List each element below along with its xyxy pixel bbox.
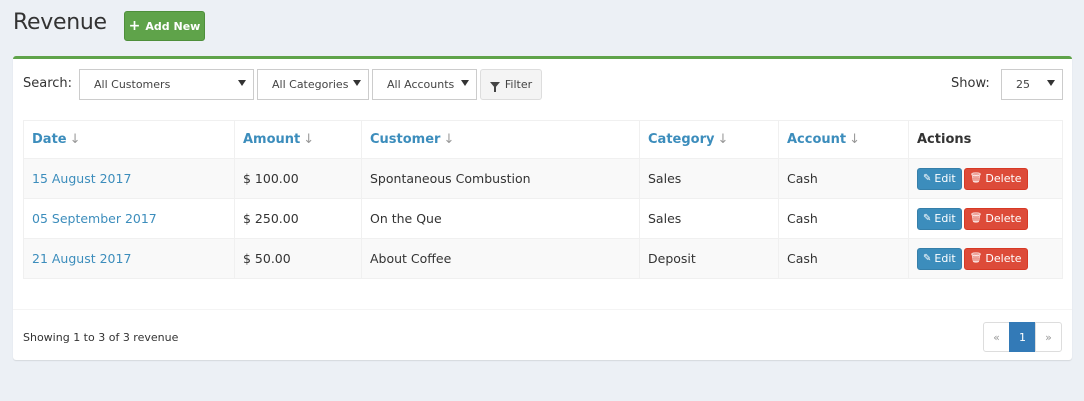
delete-button[interactable]: 🗑 Delete xyxy=(963,247,1028,270)
delete-label: Delete xyxy=(985,212,1022,225)
sort-down-icon: ↓ xyxy=(849,132,861,147)
add-new-label: Add New xyxy=(145,19,201,33)
revenue-table: Date ↓ Amount ↓ Customer ↓ Category ↓ Accoun… xyxy=(23,120,1063,279)
row-date-link[interactable]: 05 September 2017 xyxy=(23,198,235,239)
column-header-account[interactable]: Account ↓ xyxy=(778,120,909,159)
customers-select-value: All Customers xyxy=(94,78,171,91)
edit-button[interactable]: ✎ Edit xyxy=(917,207,962,230)
show-label: Show: xyxy=(951,76,990,91)
row-amount: $ 50.00 xyxy=(234,238,362,279)
accounts-select-value: All Accounts xyxy=(387,78,455,91)
table-header-row: Date ↓ Amount ↓ Customer ↓ Category ↓ Accoun… xyxy=(23,120,1063,159)
column-header-actions: Actions xyxy=(908,120,1063,159)
column-header-label: Account xyxy=(787,132,847,147)
row-account: Cash xyxy=(778,158,909,199)
trash-icon: 🗑 xyxy=(969,253,983,264)
categories-select[interactable]: All Categories xyxy=(257,69,369,100)
column-header-label: Date xyxy=(32,132,67,147)
sort-down-icon: ↓ xyxy=(303,132,315,147)
add-new-button[interactable]: + Add New xyxy=(124,11,205,41)
revenue-panel: Search: All Customers All Categories All… xyxy=(13,56,1072,360)
customers-select[interactable]: All Customers xyxy=(79,69,254,100)
row-actions: ✎ Edit 🗑 Delete xyxy=(908,198,1063,239)
caret-down-icon xyxy=(461,80,469,86)
edit-button[interactable]: ✎ Edit xyxy=(917,167,962,190)
row-actions: ✎ Edit 🗑 Delete xyxy=(908,238,1063,279)
row-customer: About Coffee xyxy=(361,238,640,279)
caret-down-icon xyxy=(353,80,361,86)
pagination: « 1 » xyxy=(983,322,1062,352)
filter-icon xyxy=(489,81,500,92)
filter-label: Filter xyxy=(504,78,533,91)
accounts-select[interactable]: All Accounts xyxy=(372,69,477,100)
row-account: Cash xyxy=(778,238,909,279)
categories-select-value: All Categories xyxy=(272,78,349,91)
column-header-label: Category xyxy=(648,132,715,147)
table-row: 21 August 2017 $ 50.00 About Coffee Depo… xyxy=(23,238,1063,279)
table-row: 05 September 2017 $ 250.00 On the Que Sa… xyxy=(23,198,1063,239)
row-customer: Spontaneous Combustion xyxy=(361,158,640,199)
trash-icon: 🗑 xyxy=(969,173,983,184)
delete-label: Delete xyxy=(985,172,1022,185)
table-row: 15 August 2017 $ 100.00 Spontaneous Comb… xyxy=(23,158,1063,199)
show-count-select[interactable]: 25 xyxy=(1001,69,1063,100)
row-amount: $ 250.00 xyxy=(234,198,362,239)
column-header-customer[interactable]: Customer ↓ xyxy=(361,120,640,159)
row-category: Sales xyxy=(639,158,779,199)
column-header-category[interactable]: Category ↓ xyxy=(639,120,779,159)
row-date-link[interactable]: 15 August 2017 xyxy=(23,158,235,199)
row-date-link[interactable]: 21 August 2017 xyxy=(23,238,235,279)
show-count-value: 25 xyxy=(1016,78,1030,91)
edit-label: Edit xyxy=(934,172,956,185)
pagination-page-1[interactable]: 1 xyxy=(1009,322,1036,352)
edit-button[interactable]: ✎ Edit xyxy=(917,247,962,270)
pagination-prev[interactable]: « xyxy=(983,322,1010,352)
row-account: Cash xyxy=(778,198,909,239)
page-title: Revenue xyxy=(13,10,107,35)
row-actions: ✎ Edit 🗑 Delete xyxy=(908,158,1063,199)
trash-icon: 🗑 xyxy=(969,213,983,224)
caret-down-icon xyxy=(1047,80,1055,86)
sort-down-icon: ↓ xyxy=(443,132,455,147)
delete-button[interactable]: 🗑 Delete xyxy=(963,207,1028,230)
sort-down-icon: ↓ xyxy=(69,132,81,147)
column-header-amount[interactable]: Amount ↓ xyxy=(234,120,362,159)
edit-icon: ✎ xyxy=(923,213,932,224)
column-header-label: Customer xyxy=(370,132,441,147)
search-label: Search: xyxy=(23,76,73,91)
showing-entries-text: Showing 1 to 3 of 3 revenue xyxy=(23,331,179,344)
row-category: Deposit xyxy=(639,238,779,279)
sort-down-icon: ↓ xyxy=(717,132,729,147)
delete-button[interactable]: 🗑 Delete xyxy=(963,167,1028,190)
edit-icon: ✎ xyxy=(923,173,932,184)
row-category: Sales xyxy=(639,198,779,239)
plus-icon: + xyxy=(128,18,141,34)
column-header-date[interactable]: Date ↓ xyxy=(23,120,235,159)
edit-label: Edit xyxy=(934,212,956,225)
footer-divider xyxy=(13,309,1072,310)
column-header-label: Amount xyxy=(243,132,301,147)
edit-label: Edit xyxy=(934,252,956,265)
row-amount: $ 100.00 xyxy=(234,158,362,199)
filter-button[interactable]: Filter xyxy=(480,69,542,100)
edit-icon: ✎ xyxy=(923,253,932,264)
caret-down-icon xyxy=(238,80,246,86)
delete-label: Delete xyxy=(985,252,1022,265)
pagination-next[interactable]: » xyxy=(1035,322,1062,352)
row-customer: On the Que xyxy=(361,198,640,239)
